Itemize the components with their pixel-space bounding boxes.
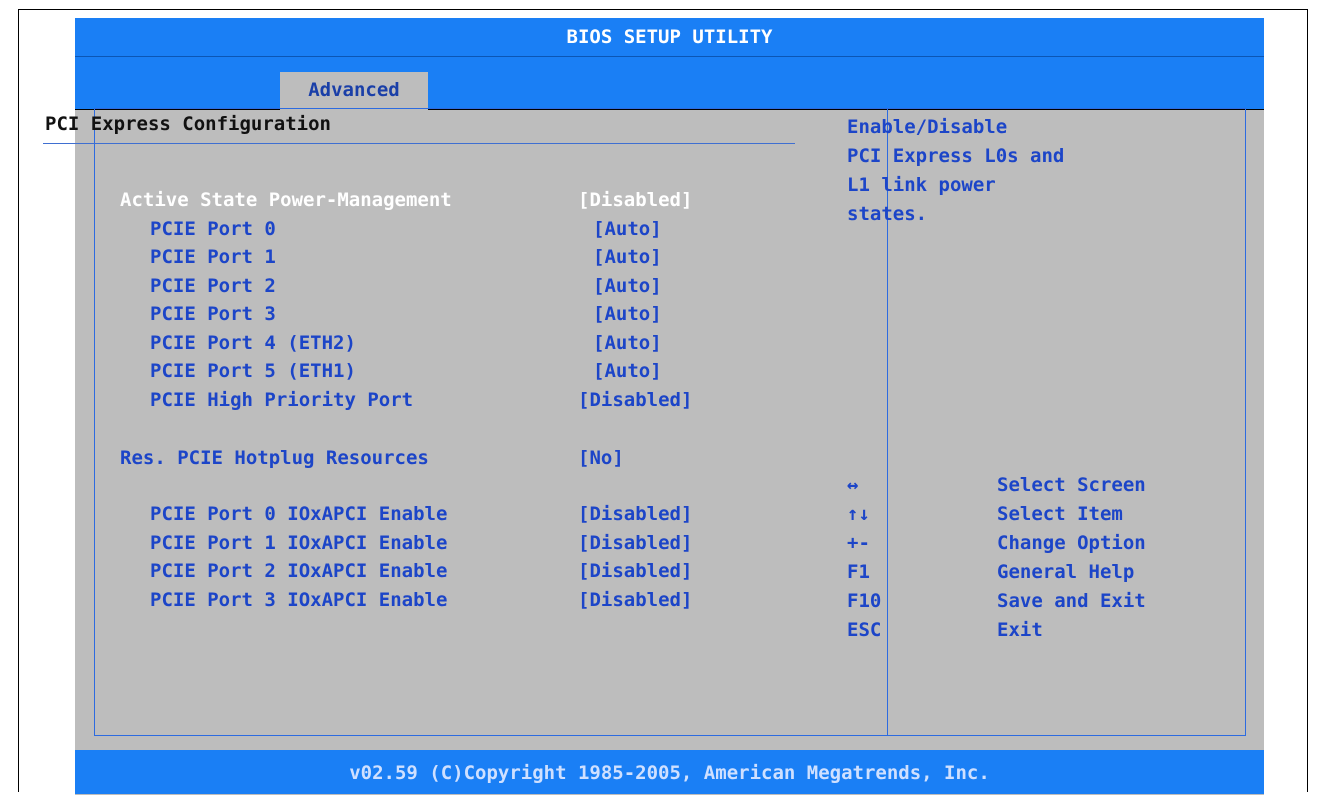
setting-value[interactable]: [Disabled]: [578, 586, 692, 615]
key-row-change-option: +- Change Option: [847, 529, 1177, 558]
setting-high-priority-port[interactable]: PCIE High Priority Port [Disabled]: [0, 386, 692, 415]
key-desc: Select Screen: [997, 474, 1146, 496]
setting-value[interactable]: [Disabled]: [578, 500, 692, 529]
help-line: L1 link power: [847, 174, 996, 196]
window-title: BIOS SETUP UTILITY: [75, 18, 1264, 56]
key-row-select-screen: ↔ Select Screen: [847, 471, 1177, 500]
setting-label: PCIE Port 3: [150, 303, 276, 325]
help-text: Enable/Disable PCI Express L0s and L1 li…: [847, 113, 1167, 229]
left-right-arrow-icon: ↔: [847, 474, 859, 496]
setting-value[interactable]: [Auto]: [593, 329, 662, 358]
setting-label: PCIE Port 0: [150, 218, 276, 240]
menu-bar: Advanced: [75, 56, 1264, 111]
setting-pcie-port-1[interactable]: PCIE Port 1 [Auto]: [0, 243, 662, 272]
key-row-save-exit: F10 Save and Exit: [847, 587, 1177, 616]
key-desc: Save and Exit: [997, 590, 1146, 612]
setting-value[interactable]: [Auto]: [593, 272, 662, 301]
setting-value[interactable]: [Auto]: [593, 243, 662, 272]
setting-label: PCIE Port 2: [150, 275, 276, 297]
key-desc: Select Item: [997, 503, 1123, 525]
setting-port-1-ioxapci[interactable]: PCIE Port 1 IOxAPCI Enable [Disabled]: [0, 529, 692, 558]
setting-aspm[interactable]: Active State Power-Management [Disabled]: [0, 186, 692, 215]
setting-label: PCIE Port 3 IOxAPCI Enable: [150, 589, 448, 611]
setting-label: PCIE Port 5 (ETH1): [150, 360, 356, 382]
help-line: Enable/Disable: [847, 116, 1008, 138]
key-name: ESC: [847, 619, 882, 641]
setting-label: PCIE High Priority Port: [150, 389, 414, 411]
setting-pcie-port-0[interactable]: PCIE Port 0 [Auto]: [0, 215, 662, 244]
setting-pcie-port-3[interactable]: PCIE Port 3 [Auto]: [0, 300, 662, 329]
setting-pcie-port-5[interactable]: PCIE Port 5 (ETH1) [Auto]: [0, 357, 662, 386]
key-name: F1: [847, 561, 870, 583]
setting-value[interactable]: [Auto]: [593, 357, 662, 386]
copyright-footer: v02.59 (C)Copyright 1985-2005, American …: [75, 750, 1264, 794]
key-row-select-item: ↑↓ Select Item: [847, 500, 1177, 529]
setting-value[interactable]: [Disabled]: [578, 386, 692, 415]
setting-label: PCIE Port 0 IOxAPCI Enable: [150, 503, 448, 525]
key-legend: ↔ Select Screen ↑↓ Select Item +- Change…: [847, 456, 1177, 645]
setting-port-2-ioxapci[interactable]: PCIE Port 2 IOxAPCI Enable [Disabled]: [0, 557, 692, 586]
up-down-arrow-icon: ↑↓: [847, 503, 870, 525]
setting-value[interactable]: [Disabled]: [578, 186, 692, 215]
setting-label: Active State Power-Management: [120, 189, 452, 211]
setting-label: PCIE Port 1: [150, 246, 276, 268]
setting-value[interactable]: [Auto]: [593, 300, 662, 329]
setting-value[interactable]: [Auto]: [593, 215, 662, 244]
setting-port-0-ioxapci[interactable]: PCIE Port 0 IOxAPCI Enable [Disabled]: [0, 500, 692, 529]
key-desc: Change Option: [997, 532, 1146, 554]
key-name: F10: [847, 590, 882, 612]
setting-label: PCIE Port 1 IOxAPCI Enable: [150, 532, 448, 554]
setting-label: PCIE Port 2 IOxAPCI Enable: [150, 560, 448, 582]
setting-label: PCIE Port 4 (ETH2): [150, 332, 356, 354]
setting-value[interactable]: [Disabled]: [578, 557, 692, 586]
setting-value[interactable]: [No]: [578, 444, 624, 473]
key-desc: General Help: [997, 561, 1135, 583]
setting-value[interactable]: [Disabled]: [578, 529, 692, 558]
setting-port-3-ioxapci[interactable]: PCIE Port 3 IOxAPCI Enable [Disabled]: [0, 586, 692, 615]
section-divider: [43, 143, 795, 144]
tab-advanced[interactable]: Advanced: [280, 72, 428, 111]
key-name: +-: [847, 532, 870, 554]
setting-label: Res. PCIE Hotplug Resources: [120, 447, 429, 469]
setting-pcie-port-4[interactable]: PCIE Port 4 (ETH2) [Auto]: [0, 329, 662, 358]
section-title: PCI Express Configuration: [45, 113, 331, 135]
key-desc: Exit: [997, 619, 1043, 641]
setting-pcie-port-2[interactable]: PCIE Port 2 [Auto]: [0, 272, 662, 301]
key-row-exit: ESC Exit: [847, 616, 1177, 645]
key-row-general-help: F1 General Help: [847, 558, 1177, 587]
help-line: PCI Express L0s and: [847, 145, 1065, 167]
help-line: states.: [847, 203, 928, 225]
setting-hotplug-resources[interactable]: Res. PCIE Hotplug Resources [No]: [0, 444, 624, 473]
